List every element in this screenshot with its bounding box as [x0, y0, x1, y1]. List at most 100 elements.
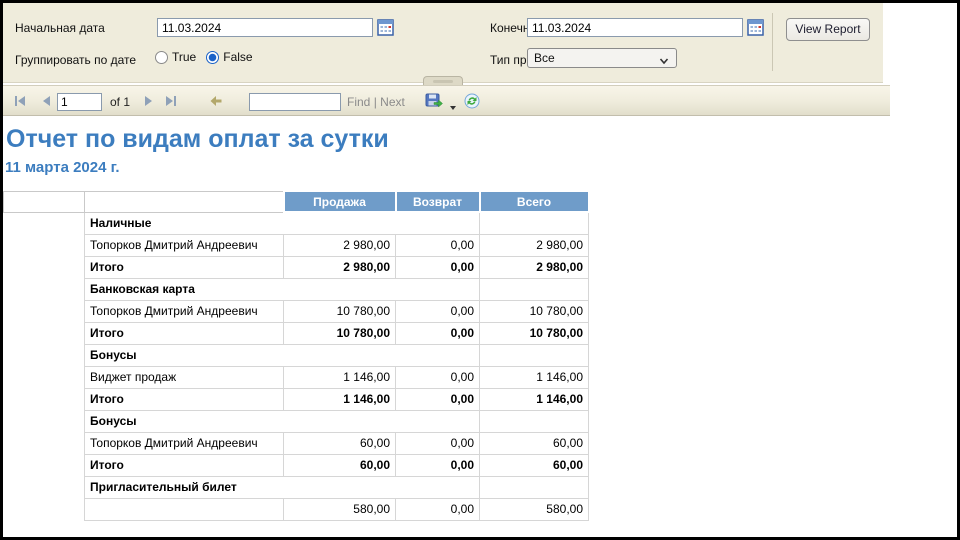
row-margin-cell — [3, 322, 85, 344]
radio-true-circle-icon — [155, 50, 168, 64]
group-row: Бонусы — [3, 409, 589, 433]
sale-value-cell: 10 780,00 — [283, 321, 396, 345]
group-row: Наличные — [3, 211, 589, 235]
radio-false-label: False — [223, 50, 253, 64]
start-date-input[interactable] — [157, 18, 373, 37]
table-header-row: Продажа Возврат Всего — [3, 190, 590, 213]
row-margin-cell — [3, 234, 85, 256]
detail-row: Виджет продаж 1 146,00 0,00 1 146,00 — [3, 365, 589, 389]
last-page-icon[interactable] — [163, 93, 179, 109]
row-name-cell: Топорков Дмитрий Андреевич — [84, 431, 284, 455]
radio-true-label: True — [172, 50, 197, 64]
page-count-label: of 1 — [110, 95, 131, 109]
refund-value-cell: 0,00 — [395, 497, 480, 521]
group-name-cell: Бонусы — [84, 409, 480, 433]
sale-value-cell: 10 780,00 — [283, 299, 396, 323]
sale-value-cell: 580,00 — [283, 497, 396, 521]
detail-row: 580,00 0,00 580,00 — [3, 497, 589, 521]
report-date-subtitle: 11 марта 2024 г. — [5, 159, 120, 176]
report-toolbar: of 1 Find | Next — [3, 85, 890, 116]
group-row: Пригласительный билет — [3, 475, 589, 499]
sale-value-cell: 2 980,00 — [283, 233, 396, 257]
end-date-input[interactable] — [527, 18, 743, 37]
page-number-input[interactable] — [57, 93, 102, 111]
header-total: Всего — [478, 190, 590, 213]
radio-true[interactable]: True — [155, 50, 196, 64]
total-row: Итого 60,00 0,00 60,00 — [3, 453, 589, 477]
radio-false[interactable]: False — [206, 50, 253, 64]
header-name-cell — [84, 190, 284, 213]
group-total-cell — [479, 343, 589, 367]
app-window: Начальная дата Конечная дата View Report… — [0, 0, 960, 540]
detail-row: Топорков Дмитрий Андреевич 60,00 0,00 60,00 — [3, 431, 589, 455]
sale-value-cell: 2 980,00 — [283, 255, 396, 279]
refresh-icon[interactable] — [464, 93, 480, 109]
group-row: Банковская карта — [3, 277, 589, 301]
group-total-cell — [479, 409, 589, 433]
rental-type-dropdown[interactable]: Все — [527, 48, 677, 68]
next-link[interactable]: Next — [380, 95, 405, 109]
row-name-cell: Итого — [84, 453, 284, 477]
group-total-cell — [479, 277, 589, 301]
previous-page-icon[interactable] — [39, 93, 55, 109]
refund-value-cell: 0,00 — [395, 255, 480, 279]
group-by-date-label: Группировать по дате — [15, 53, 137, 67]
refund-value-cell: 0,00 — [395, 431, 480, 455]
group-name-cell: Бонусы — [84, 343, 480, 367]
back-to-parent-icon[interactable] — [208, 93, 224, 109]
report-title: Отчет по видам оплат за сутки — [6, 125, 389, 153]
payments-table: Продажа Возврат Всего Наличные Топорков Д… — [3, 190, 590, 521]
export-dropdown-caret-icon[interactable] — [449, 98, 457, 114]
row-name-cell: Итого — [84, 255, 284, 279]
total-value-cell: 580,00 — [479, 497, 589, 521]
find-text-input[interactable] — [249, 93, 341, 111]
row-margin-cell — [3, 278, 85, 300]
detail-row: Топорков Дмитрий Андреевич 10 780,00 0,00 1… — [3, 299, 589, 323]
sale-value-cell: 1 146,00 — [283, 387, 396, 411]
header-sale: Продажа — [282, 190, 397, 213]
total-value-cell: 10 780,00 — [479, 299, 589, 323]
total-value-cell: 2 980,00 — [479, 233, 589, 257]
row-margin-cell — [3, 432, 85, 454]
first-page-icon[interactable] — [12, 93, 28, 109]
start-date-label: Начальная дата — [15, 21, 105, 35]
report-viewer: Начальная дата Конечная дата View Report… — [3, 3, 957, 537]
view-report-button[interactable]: View Report — [786, 18, 870, 41]
row-name-cell: Топорков Дмитрий Андреевич — [84, 233, 284, 257]
row-margin-cell — [3, 388, 85, 410]
group-name-cell: Пригласительный билет — [84, 475, 480, 499]
row-margin-cell — [3, 476, 85, 498]
find-next-links: Find | Next — [347, 95, 405, 109]
parameters-collapse-handle[interactable] — [423, 76, 463, 85]
refund-value-cell: 0,00 — [395, 453, 480, 477]
refund-value-cell: 0,00 — [395, 365, 480, 389]
refund-value-cell: 0,00 — [395, 321, 480, 345]
refund-value-cell: 0,00 — [395, 299, 480, 323]
row-name-cell: Виджет продаж — [84, 365, 284, 389]
total-value-cell: 1 146,00 — [479, 387, 589, 411]
dropdown-caret-icon — [659, 53, 669, 71]
export-icon[interactable] — [425, 93, 443, 109]
row-name-cell: Итого — [84, 321, 284, 345]
group-by-date-radio-group: True False — [155, 50, 253, 64]
find-link[interactable]: Find — [347, 95, 370, 109]
next-page-icon[interactable] — [140, 93, 156, 109]
start-date-calendar-icon[interactable] — [377, 19, 394, 36]
row-name-cell: Топорков Дмитрий Андреевич — [84, 299, 284, 323]
sale-value-cell: 60,00 — [283, 453, 396, 477]
row-margin-cell — [3, 300, 85, 322]
total-row: Итого 2 980,00 0,00 2 980,00 — [3, 255, 589, 279]
panel-divider — [772, 13, 773, 71]
sale-value-cell: 60,00 — [283, 431, 396, 455]
end-date-calendar-icon[interactable] — [747, 19, 764, 36]
radio-false-circle-icon — [206, 50, 220, 64]
row-name-cell: Итого — [84, 387, 284, 411]
total-value-cell: 10 780,00 — [479, 321, 589, 345]
find-next-separator: | — [373, 95, 377, 109]
parameter-panel: Начальная дата Конечная дата View Report… — [3, 3, 883, 83]
total-value-cell: 60,00 — [479, 431, 589, 455]
row-margin-cell — [3, 410, 85, 432]
total-row: Итого 10 780,00 0,00 10 780,00 — [3, 321, 589, 345]
rental-type-value: Все — [534, 51, 555, 65]
group-name-cell: Банковская карта — [84, 277, 480, 301]
